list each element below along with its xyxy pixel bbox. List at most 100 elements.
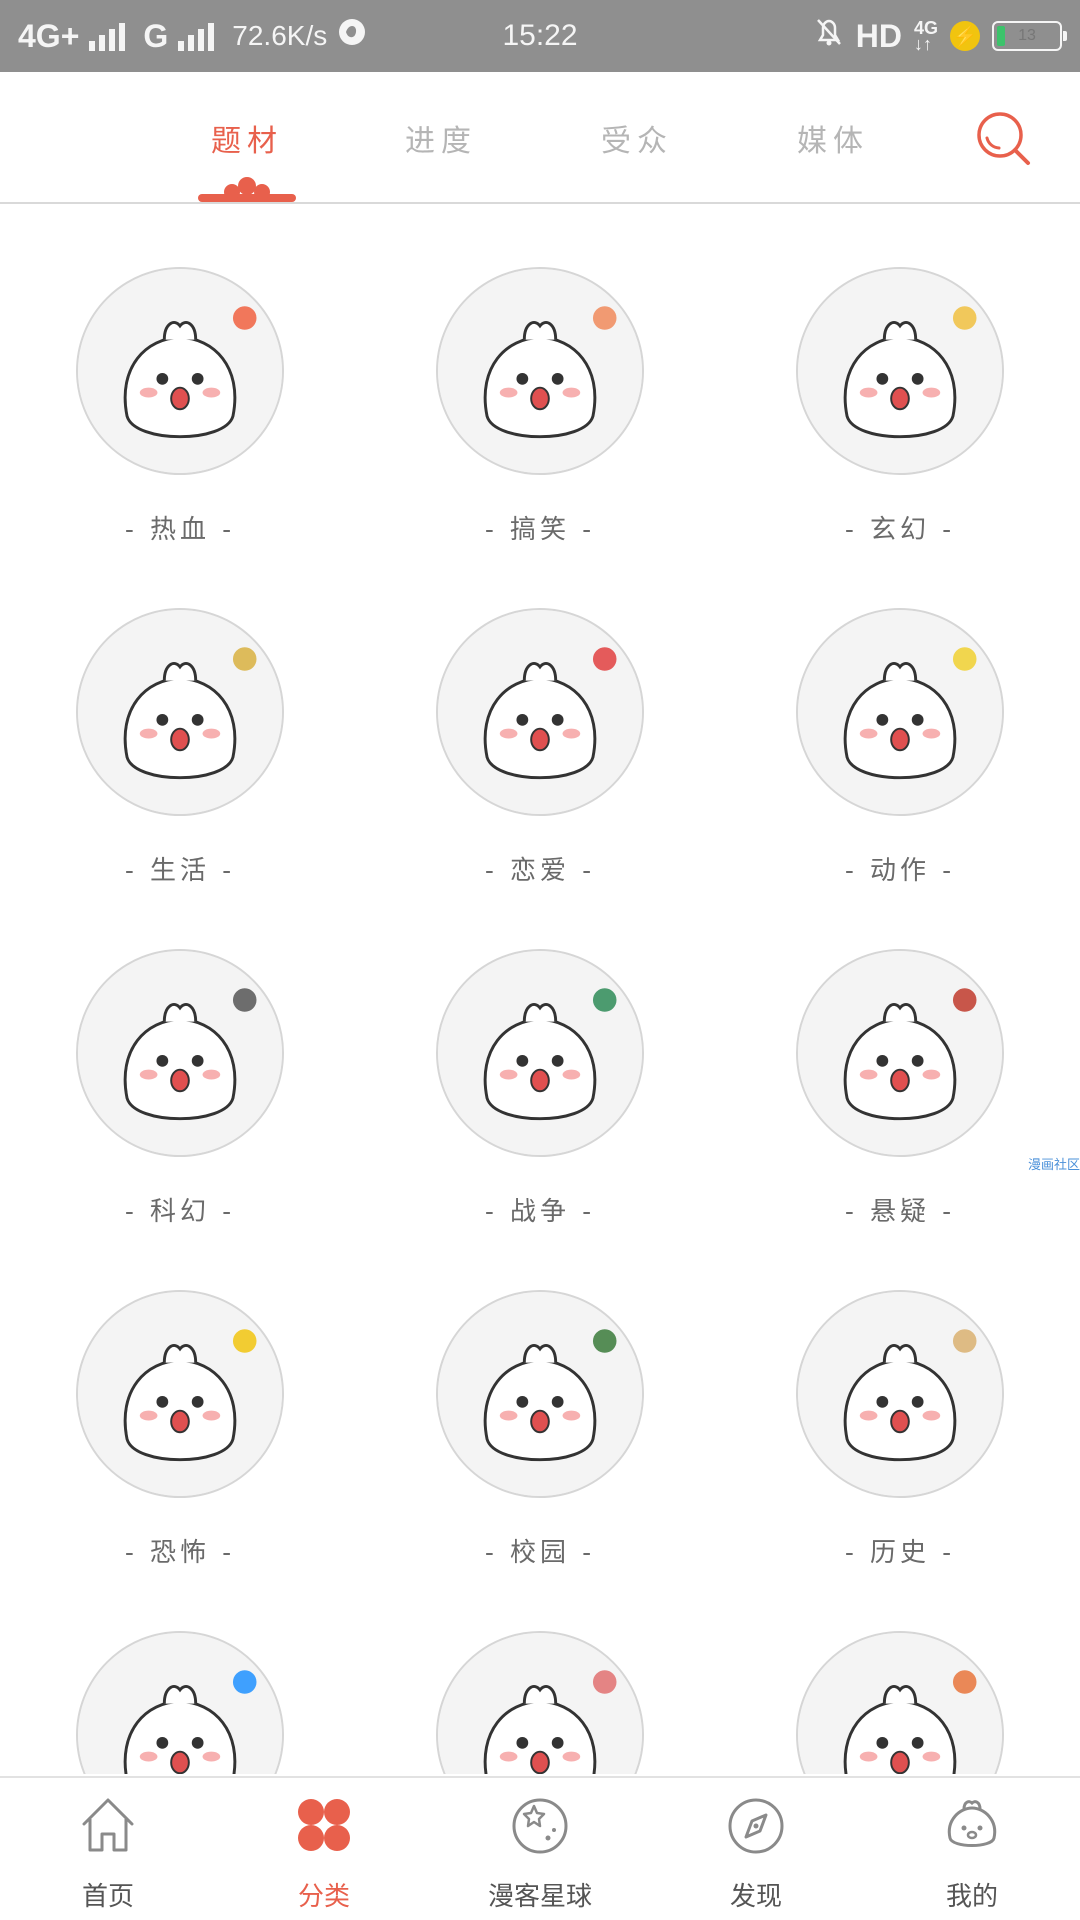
category-label: - 恐怖 - — [124, 1538, 236, 1568]
profile-bun-icon — [947, 1800, 997, 1847]
category-avatar — [796, 267, 1004, 475]
nav-planet[interactable]: 漫客星球 — [432, 1778, 648, 1920]
category-item[interactable]: - 悬疑 - — [720, 886, 1080, 1227]
war-bun-icon — [438, 951, 642, 1155]
category-avatar — [76, 267, 284, 475]
vpn-icon — [337, 17, 367, 55]
category-avatar — [76, 1290, 284, 1498]
net-4g-label: 4G — [913, 18, 938, 38]
action-bun-icon — [798, 610, 1002, 814]
active-tab-indicator — [198, 177, 296, 202]
category-item[interactable]: - 战争 - — [360, 886, 720, 1227]
watermark: 漫画社区 — [1028, 1158, 1080, 1173]
category-label: - 恋爱 - — [484, 856, 596, 886]
hot-blood-bun-icon — [78, 269, 282, 473]
net-4g-indicator: 4G ↓↑ — [913, 18, 938, 54]
category-label: - 校园 - — [484, 1538, 596, 1568]
status-right: HD 4G ↓↑ ⚡ 13 — [814, 16, 1067, 56]
category-label: - 战争 - — [484, 1197, 596, 1227]
category-label: - 科幻 - — [124, 1197, 236, 1227]
signal-icon — [89, 21, 126, 51]
nav-discover-label: 发现 — [729, 1882, 782, 1912]
search-icon — [977, 112, 1030, 165]
mute-bell-icon — [814, 16, 844, 56]
category-label: - 悬疑 - — [844, 1197, 956, 1227]
nav-home-label: 首页 — [81, 1882, 134, 1912]
category-item[interactable]: - 搞笑 - — [360, 204, 720, 545]
category-item[interactable]: - 恐怖 - — [0, 1227, 360, 1568]
nav-discover[interactable]: 发现 — [648, 1778, 864, 1920]
sports-bun-icon — [78, 1633, 282, 1774]
category-item[interactable]: - 历史 - — [720, 1227, 1080, 1568]
battery-level: 13 — [1018, 27, 1036, 44]
battery-fill — [997, 26, 1005, 46]
category-icon — [298, 1799, 350, 1851]
hd-indicator: HD — [855, 17, 902, 54]
category-avatar — [76, 608, 284, 816]
category-avatar — [436, 608, 644, 816]
category-avatar — [436, 949, 644, 1157]
category-item[interactable]: - 动作 - — [720, 545, 1080, 886]
category-label: - 搞笑 - — [484, 515, 596, 545]
category-avatar — [436, 267, 644, 475]
status-bar: 4G+ G 72.6K/s 15:22 HD 4G ↓↑ ⚡ 13 — [0, 0, 1080, 72]
palace-bun-icon — [438, 1633, 642, 1774]
category-item[interactable] — [360, 1568, 720, 1774]
category-avatar — [796, 949, 1004, 1157]
category-avatar — [76, 949, 284, 1157]
romance-bun-icon — [438, 610, 642, 814]
category-label: - 玄幻 - — [844, 515, 956, 545]
nav-profile[interactable]: 我的 — [864, 1778, 1080, 1920]
category-item[interactable]: - 科幻 - — [0, 886, 360, 1227]
mystery-bun-icon — [798, 951, 1002, 1155]
tab-subject[interactable]: 题材 — [167, 116, 327, 160]
category-item[interactable]: - 玄幻 - — [720, 204, 1080, 545]
network-type-2: G — [143, 17, 169, 54]
tab-progress[interactable]: 进度 — [361, 116, 521, 160]
search-button[interactable] — [973, 108, 1033, 168]
category-avatar — [796, 608, 1004, 816]
compass-icon — [728, 1798, 784, 1854]
funny-bun-icon — [438, 269, 642, 473]
category-avatar — [76, 1631, 284, 1774]
category-avatar — [796, 1290, 1004, 1498]
category-grid: - 历史 - - 校园 - - 恐怖 - - 悬疑 - - 战争 - - 科幻 - - 动作… — [0, 204, 1080, 1774]
category-avatar — [436, 1631, 644, 1774]
network-type: 4G+ — [18, 17, 80, 54]
planet-icon — [512, 1798, 568, 1854]
tab-media[interactable]: 媒体 — [753, 116, 913, 160]
charging-bolt-icon: ⚡ — [950, 21, 980, 51]
nav-home[interactable]: 首页 — [0, 1778, 216, 1920]
life-bun-icon — [78, 610, 282, 814]
category-item[interactable] — [0, 1568, 360, 1774]
category-item[interactable]: - 生活 - — [0, 545, 360, 886]
nav-profile-label: 我的 — [945, 1882, 998, 1912]
nav-category-label: 分类 — [297, 1882, 350, 1912]
signal-icon-2 — [178, 21, 215, 51]
bottom-navigation: 首页 分类 漫客星球 发现 我的 — [0, 1776, 1080, 1920]
category-item[interactable] — [720, 1568, 1080, 1774]
category-avatar — [796, 1631, 1004, 1774]
category-label: - 生活 - — [124, 856, 236, 886]
category-item[interactable]: - 校园 - — [360, 1227, 720, 1568]
home-icon — [82, 1798, 134, 1852]
category-tab-bar: 题材 进度 受众 媒体 — [0, 72, 1080, 204]
horror-skull-bun-icon — [78, 1292, 282, 1496]
status-left: 4G+ G 72.6K/s — [18, 17, 367, 55]
nav-planet-label: 漫客星球 — [487, 1882, 592, 1912]
scifi-ufo-bun-icon — [78, 951, 282, 1155]
fantasy-bun-icon — [798, 269, 1002, 473]
basketball-bun-icon — [798, 1633, 1002, 1774]
network-speed: 72.6K/s — [232, 20, 328, 51]
history-bun-icon — [798, 1292, 1002, 1496]
category-label: - 历史 - — [844, 1538, 956, 1568]
category-label: - 热血 - — [124, 515, 236, 545]
campus-bun-icon — [438, 1292, 642, 1496]
category-item[interactable]: - 恋爱 - — [360, 545, 720, 886]
category-label: - 动作 - — [844, 856, 956, 886]
tab-audience[interactable]: 受众 — [557, 116, 717, 160]
battery-icon: 13 — [992, 21, 1067, 51]
nav-category[interactable]: 分类 — [216, 1778, 432, 1920]
category-item[interactable]: - 热血 - — [0, 204, 360, 545]
category-avatar — [436, 1290, 644, 1498]
